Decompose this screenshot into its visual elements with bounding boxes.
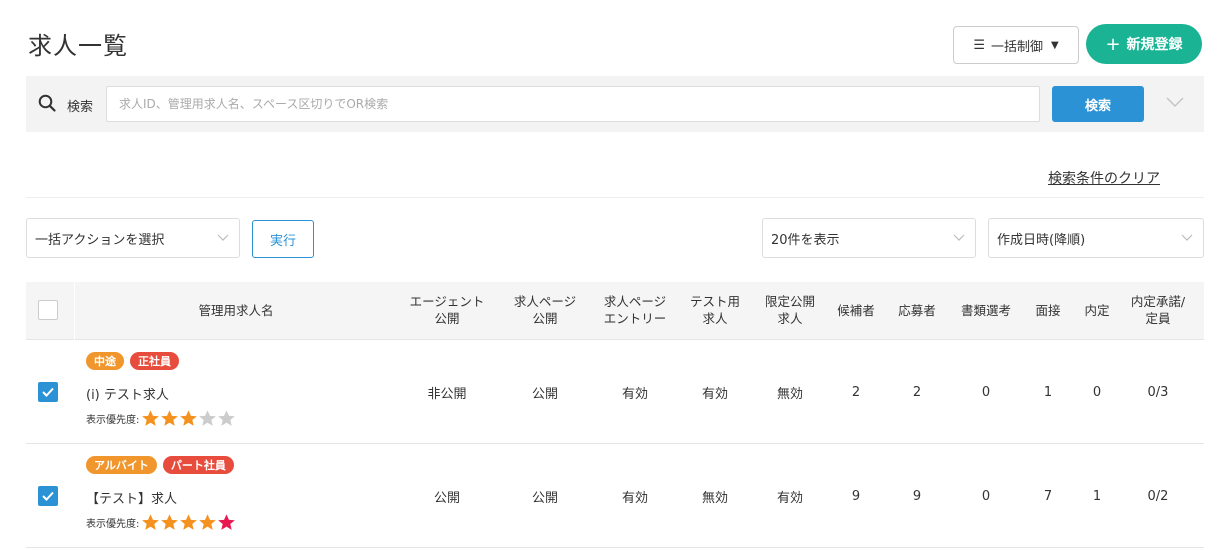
tag-employment-category: アルバイト	[86, 456, 157, 474]
table-header: 管理用求人名 エージェント 公開 求人ページ 公開 求人ページ エントリー テス…	[26, 282, 1204, 340]
table-row[interactable]: 中途 正社員 (i) テスト求人 表示優先度: 非公開 公開 有効 有効 無効 …	[26, 340, 1204, 444]
plus-icon: +	[1105, 33, 1121, 55]
star-filled-icon	[142, 410, 160, 426]
row-checkbox[interactable]	[38, 486, 58, 506]
execute-button[interactable]: 実行	[252, 220, 314, 258]
star-filled-icon	[180, 410, 198, 426]
star-filled-icon	[161, 514, 179, 530]
job-name[interactable]: 【テスト】求人	[86, 488, 177, 507]
cell-offer[interactable]: 0	[1072, 340, 1122, 444]
bulk-action-select-value: 一括アクションを選択	[35, 232, 165, 248]
list-icon: ☰	[973, 37, 985, 53]
column-header-job-page-entry[interactable]: 求人ページ エントリー	[590, 282, 680, 340]
chevron-down-icon	[217, 234, 229, 241]
select-all-checkbox[interactable]	[38, 300, 58, 320]
search-bar: 検索 検索	[26, 76, 1204, 132]
cell-accepted-capacity: 0/3	[1147, 384, 1169, 400]
new-registration-button[interactable]: + 新規登録	[1086, 24, 1202, 64]
checkmark-icon	[42, 491, 54, 501]
cell-candidates[interactable]: 2	[821, 340, 891, 444]
cell-job-page-entry: 有効	[621, 386, 648, 402]
column-header-job-page-public[interactable]: 求人ページ 公開	[500, 282, 590, 340]
star-filled-icon	[199, 514, 217, 530]
chevron-down-icon	[953, 234, 965, 241]
tag-employment-category: 中途	[86, 352, 124, 370]
star-filled-icon	[180, 514, 198, 530]
priority-label: 表示優先度:	[86, 519, 140, 530]
cell-offer[interactable]: 1	[1072, 444, 1122, 548]
cell-job-page-entry: 有効	[621, 490, 648, 506]
sort-select[interactable]: 作成日時(降順)	[988, 218, 1204, 258]
job-tags: アルバイト パート社員	[86, 456, 234, 474]
chevron-down-icon[interactable]	[1166, 96, 1184, 108]
cell-agent-public: 非公開	[427, 386, 467, 402]
caret-down-icon: ▼	[1050, 39, 1059, 51]
bulk-control-label: 一括制御	[990, 39, 1043, 55]
chevron-down-icon	[1181, 234, 1193, 241]
tag-employment-type: パート社員	[162, 456, 234, 474]
new-registration-label: 新規登録	[1126, 37, 1183, 53]
search-icon	[38, 94, 56, 112]
cell-job-page-public: 公開	[531, 490, 558, 506]
cell-document-screening[interactable]: 0	[946, 340, 1026, 444]
cell-candidates[interactable]: 9	[821, 444, 891, 548]
priority-label: 表示優先度:	[86, 415, 140, 426]
star-filled-icon	[161, 410, 179, 426]
job-tags: 中途 正社員	[86, 352, 179, 370]
column-header-offer[interactable]: 内定	[1072, 282, 1122, 340]
cell-applicants[interactable]: 2	[882, 340, 952, 444]
search-input[interactable]	[106, 86, 1040, 122]
table-row[interactable]: アルバイト パート社員 【テスト】求人 表示優先度: 公開 公開 有効 無効 有…	[26, 444, 1204, 548]
star-empty-icon	[199, 410, 217, 426]
tag-employment-type: 正社員	[130, 352, 179, 370]
cell-interview[interactable]: 1	[1023, 340, 1073, 444]
priority-rating: 表示優先度:	[86, 409, 236, 428]
cell-accepted-capacity: 0/2	[1147, 488, 1169, 504]
page-title: 求人一覧	[28, 32, 128, 60]
column-header-interview[interactable]: 面接	[1023, 282, 1073, 340]
column-header-document-screening[interactable]: 書類選考	[946, 282, 1026, 340]
column-header-agent-public[interactable]: エージェント 公開	[402, 282, 492, 340]
cell-applicants[interactable]: 9	[882, 444, 952, 548]
job-name[interactable]: (i) テスト求人	[86, 384, 169, 403]
star-filled-icon	[218, 514, 236, 530]
column-header-job-name[interactable]: 管理用求人名	[75, 282, 397, 340]
priority-rating: 表示優先度:	[86, 513, 236, 532]
clear-search-link[interactable]: 検索条件のクリア	[1048, 168, 1160, 188]
search-label: 検索	[67, 100, 94, 115]
cell-agent-public: 公開	[433, 490, 460, 506]
star-empty-icon	[218, 410, 236, 426]
column-header-applicants[interactable]: 応募者	[882, 282, 952, 340]
cell-document-screening[interactable]: 0	[946, 444, 1026, 548]
column-header-candidates[interactable]: 候補者	[821, 282, 891, 340]
sort-select-value: 作成日時(降順)	[997, 232, 1086, 248]
star-filled-icon	[142, 514, 160, 530]
bulk-control-dropdown[interactable]: ☰ 一括制御 ▼	[953, 26, 1079, 64]
bulk-action-select[interactable]: 一括アクションを選択	[26, 218, 240, 258]
row-checkbox[interactable]	[38, 382, 58, 402]
search-button[interactable]: 検索	[1052, 86, 1144, 122]
page-size-select-value: 20件を表示	[771, 232, 840, 248]
column-header-accepted-capacity[interactable]: 内定承諾/ 定員	[1118, 282, 1198, 340]
cell-job-page-public: 公開	[531, 386, 558, 402]
checkmark-icon	[42, 387, 54, 397]
divider	[26, 197, 1204, 198]
cell-interview[interactable]: 7	[1023, 444, 1073, 548]
page-size-select[interactable]: 20件を表示	[762, 218, 976, 258]
